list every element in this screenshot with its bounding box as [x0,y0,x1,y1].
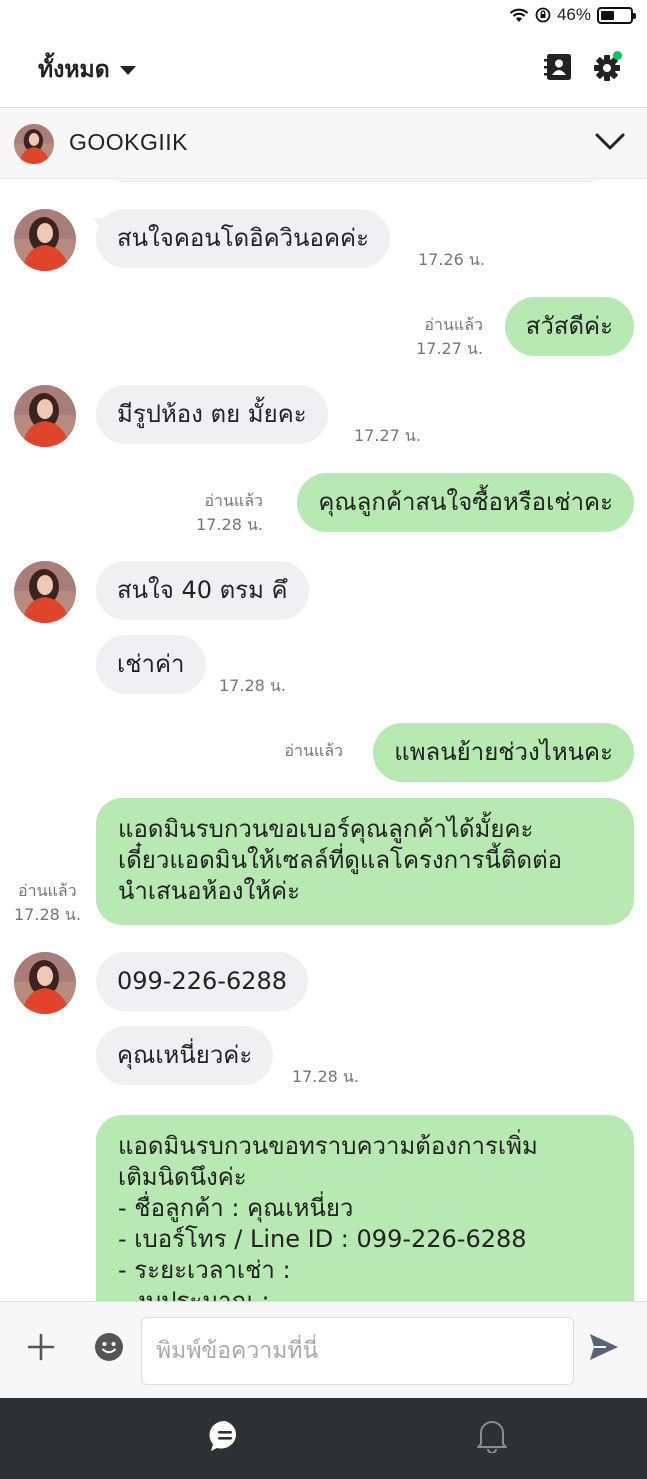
chevron-down-icon[interactable] [595,131,625,153]
message-time: 17.28 น. [14,905,81,924]
chat-header[interactable]: GOOKGIIK [0,109,647,179]
bell-icon[interactable] [475,1417,509,1453]
contacts-icon [544,54,571,80]
incoming-message[interactable]: สนใจคอนโดอิควินอคค่ะ [96,209,390,268]
message-list[interactable]: สนใจคอนโดอิควินอคค่ะ 17.26 น. อ่านแล้ว 1… [0,180,647,1301]
message-time: 17.27 น. [354,426,421,445]
previous-message-remnant [96,180,616,182]
read-receipt: อ่านแล้ว [204,491,263,510]
emoji-icon[interactable] [94,1332,124,1362]
contact-avatar [14,124,54,164]
read-receipt: อ่านแล้ว [284,741,343,760]
avatar[interactable] [14,209,76,271]
notification-dot [613,51,622,60]
contacts-button[interactable] [542,50,576,84]
outgoing-message[interactable]: แอดมินรบกวนขอทราบความต้องการเพิ่ม เติมนิ… [96,1115,634,1301]
orientation-lock-icon [535,7,551,23]
message-time: 17.26 น. [418,250,485,269]
bottom-navigation [0,1398,647,1479]
send-icon[interactable] [588,1332,620,1362]
outgoing-message[interactable]: แอดมินรบกวนขอเบอร์คุณลูกค้าได้มั้ยคะ เดี… [96,798,634,925]
outgoing-message[interactable]: คุณลูกค้าสนใจซื้อหรือเช่าคะ [297,473,634,532]
header-title: ทั้งหมด [38,57,110,83]
status-bar: 46% [0,0,647,30]
chat-icon[interactable] [207,1418,243,1454]
outgoing-message[interactable]: สวัสดีค่ะ [504,297,634,356]
battery-percent: 46% [556,5,591,24]
avatar[interactable] [14,952,76,1014]
chat-filter-dropdown[interactable]: ทั้งหมด [38,52,136,88]
incoming-message[interactable]: คุณเหนี่ยวค่ะ [96,1026,274,1085]
outgoing-message[interactable]: แพลนย้ายช่วงไหนคะ [373,723,634,782]
read-receipt: อ่านแล้ว [424,315,483,334]
app-header: ทั้งหมด [0,30,647,108]
avatar[interactable] [14,385,76,447]
avatar[interactable] [14,561,76,623]
message-time: 17.28 น. [292,1067,359,1086]
settings-button[interactable] [590,50,624,84]
wifi-icon [509,8,529,22]
message-input[interactable] [141,1317,574,1385]
incoming-message[interactable]: สนใจ 40 ตรม คึ [96,561,309,620]
plus-icon[interactable] [26,1332,56,1362]
message-time: 17.27 น. [416,339,483,358]
incoming-message[interactable]: เช่าค่า [96,635,206,694]
incoming-message[interactable]: 099-226-6288 [96,952,309,1011]
incoming-message[interactable]: มีรูปห้อง ตย มั้ยคะ [96,385,328,444]
battery-icon [597,6,636,24]
message-time: 17.28 น. [219,676,286,695]
message-time: 17.28 น. [196,515,263,534]
caret-down-icon [119,65,136,75]
message-composer [0,1301,647,1398]
chat-contact-name: GOOKGIIK [69,129,189,155]
read-receipt: อ่านแล้ว [18,881,77,900]
